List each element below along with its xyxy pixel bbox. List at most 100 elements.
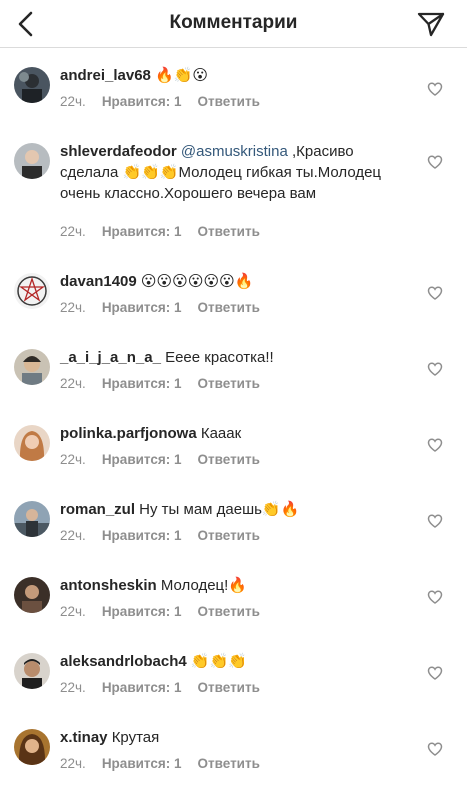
comment-item: x.tinay Крутая 22ч. Нравится: 1 Ответить (0, 710, 467, 786)
comment-text: x.tinay Крутая (60, 727, 410, 748)
paper-plane-icon (417, 12, 445, 37)
avatar[interactable] (14, 273, 50, 309)
comment-item: antonsheskin Молодец!🔥 22ч. Нравится: 1 От… (0, 558, 467, 634)
comment-username[interactable]: aleksandrlobach4 (60, 653, 187, 670)
comment-username[interactable]: x.tinay (60, 729, 108, 746)
avatar[interactable] (14, 577, 50, 613)
comment-text: aleksandrlobach4 👏👏👏 (60, 651, 410, 672)
comment-meta: 22ч. Нравится: 1 Ответить (60, 452, 276, 467)
likes-count[interactable]: Нравится: 1 (102, 452, 182, 467)
like-button[interactable] (427, 81, 443, 97)
likes-count[interactable]: Нравится: 1 (102, 224, 182, 239)
comment-time: 22ч. (60, 680, 86, 695)
likes-count[interactable]: Нравится: 1 (102, 680, 182, 695)
reply-button[interactable]: Ответить (198, 528, 260, 543)
heart-icon (427, 590, 443, 604)
likes-count[interactable]: Нравится: 1 (102, 756, 182, 771)
comment-username[interactable]: _a_i_j_a_n_a_ (60, 349, 161, 366)
like-button[interactable] (427, 154, 443, 170)
mention-link[interactable]: @asmuskristina (181, 143, 288, 160)
avatar[interactable] (14, 349, 50, 385)
comment-username[interactable]: andrei_lav68 (60, 67, 151, 84)
comment-username[interactable]: antonsheskin (60, 577, 157, 594)
avatar[interactable] (14, 653, 50, 689)
like-button[interactable] (427, 741, 443, 757)
comment-body: Ну ты мам даешь👏🔥 (135, 501, 300, 518)
comment-text: shleverdafeodor @asmuskristina ,Красиво … (60, 141, 410, 204)
comment-text: roman_zul Ну ты мам даешь👏🔥 (60, 499, 410, 520)
comment-body: Крутая (107, 729, 160, 746)
comment-text: antonsheskin Молодец!🔥 (60, 575, 410, 596)
reply-button[interactable]: Ответить (198, 224, 260, 239)
likes-count[interactable]: Нравится: 1 (102, 604, 182, 619)
comment-body: 👏👏👏 (186, 653, 247, 670)
comment-time: 22ч. (60, 452, 86, 467)
comment-username[interactable]: shleverdafeodor (60, 143, 177, 160)
comment-body: Еeee красотка!! (160, 349, 274, 366)
comment-meta: 22ч. Нравится: 1 Ответить (60, 94, 276, 109)
heart-icon (427, 666, 443, 680)
comment-text: andrei_lav68 🔥👏😮 (60, 65, 410, 86)
likes-count[interactable]: Нравится: 1 (102, 376, 182, 391)
comment-time: 22ч. (60, 376, 86, 391)
like-button[interactable] (427, 361, 443, 377)
reply-button[interactable]: Ответить (198, 300, 260, 315)
avatar[interactable] (14, 67, 50, 103)
comment-time: 22ч. (60, 604, 86, 619)
avatar[interactable] (14, 501, 50, 537)
comment-body: Молодец!🔥 (156, 577, 247, 594)
like-button[interactable] (427, 589, 443, 605)
comment-time: 22ч. (60, 224, 86, 239)
comment-username[interactable]: davan1409 (60, 273, 137, 290)
comment-meta: 22ч. Нравится: 1 Ответить (60, 376, 276, 391)
avatar[interactable] (14, 729, 50, 765)
comment-meta: 22ч. Нравится: 1 Ответить (60, 300, 276, 315)
comment-item: aleksandrlobach4 👏👏👏 22ч. Нравится: 1 Отве… (0, 634, 467, 710)
likes-count[interactable]: Нравится: 1 (102, 528, 182, 543)
heart-icon (427, 514, 443, 528)
comment-body: 😮😮😮😮😮😮🔥 (136, 273, 254, 290)
reply-button[interactable]: Ответить (198, 376, 260, 391)
reply-button[interactable]: Ответить (198, 604, 260, 619)
direct-message-button[interactable] (416, 9, 446, 39)
comment-item: polinka.parfjonowa Кааак 22ч. Нравится: 1… (0, 406, 467, 482)
comment-body: 🔥👏😮 (150, 67, 209, 84)
comment-meta: 22ч. Нравится: 1 Ответить (60, 528, 276, 543)
heart-icon (427, 286, 443, 300)
like-button[interactable] (427, 437, 443, 453)
comment-meta: 22ч. Нравится: 1 Ответить (60, 680, 276, 695)
likes-count[interactable]: Нравится: 1 (102, 300, 182, 315)
like-button[interactable] (427, 665, 443, 681)
comment-time: 22ч. (60, 300, 86, 315)
comment-meta: 22ч. Нравится: 1 Ответить (60, 756, 276, 771)
reply-button[interactable]: Ответить (198, 680, 260, 695)
comment-text: davan1409 😮😮😮😮😮😮🔥 (60, 271, 410, 292)
top-bar: Комментарии (0, 0, 467, 48)
like-button[interactable] (427, 513, 443, 529)
comment-item: davan1409 😮😮😮😮😮😮🔥 22ч. Нравится: 1 Ответит… (0, 254, 467, 330)
page-title: Комментарии (169, 12, 298, 33)
avatar[interactable] (14, 143, 50, 179)
like-button[interactable] (427, 285, 443, 301)
likes-count[interactable]: Нравится: 1 (102, 94, 182, 109)
comment-item: andrei_lav68 🔥👏😮 22ч. Нравится: 1 Ответить (0, 48, 467, 124)
reply-button[interactable]: Ответить (198, 756, 260, 771)
heart-icon (427, 82, 443, 96)
reply-button[interactable]: Ответить (198, 94, 260, 109)
comment-item: _a_i_j_a_n_a_ Еeee красотка!! 22ч. Нравит… (0, 330, 467, 406)
comment-body: Кааак (196, 425, 242, 442)
comment-time: 22ч. (60, 756, 86, 771)
reply-button[interactable]: Ответить (198, 452, 260, 467)
heart-icon (427, 742, 443, 756)
avatar[interactable] (14, 425, 50, 461)
comment-username[interactable]: roman_zul (60, 501, 135, 518)
comment-item: shleverdafeodor @asmuskristina ,Красиво … (0, 124, 467, 254)
comment-time: 22ч. (60, 528, 86, 543)
comment-text: _a_i_j_a_n_a_ Еeee красотка!! (60, 347, 410, 368)
comment-meta: 22ч. Нравится: 1 Ответить (60, 224, 276, 239)
comment-text: polinka.parfjonowa Кааак (60, 423, 410, 444)
heart-icon (427, 155, 443, 169)
heart-icon (427, 438, 443, 452)
comment-time: 22ч. (60, 94, 86, 109)
comment-username[interactable]: polinka.parfjonowa (60, 425, 197, 442)
